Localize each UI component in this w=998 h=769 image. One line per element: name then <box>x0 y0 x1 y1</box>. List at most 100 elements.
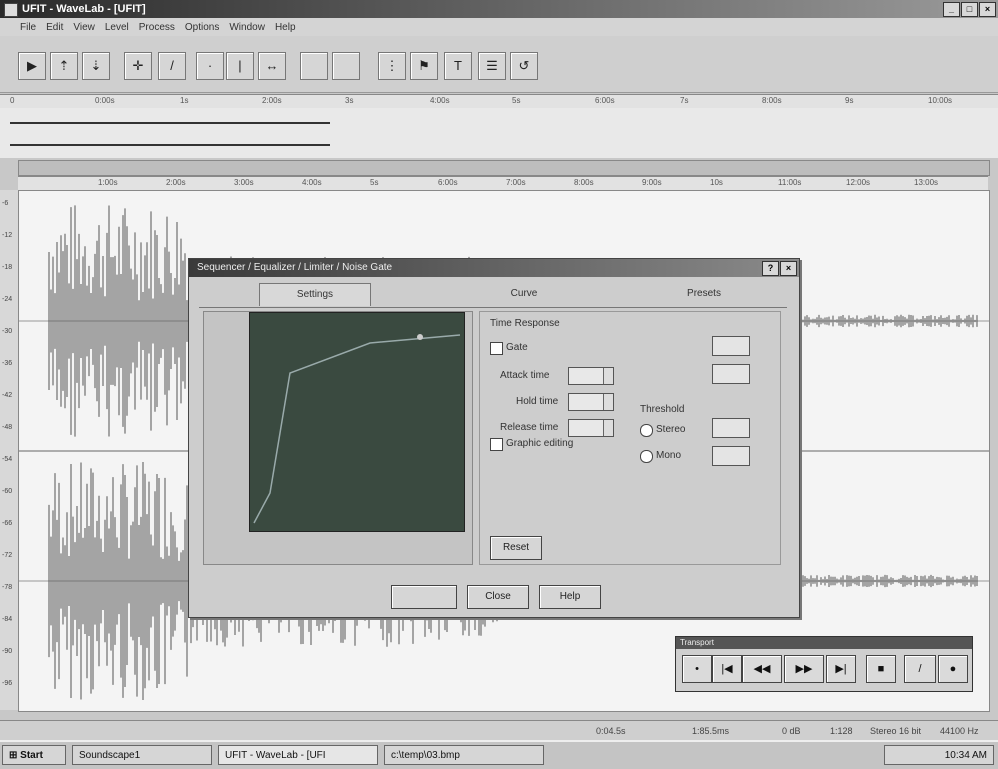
mixer-icon[interactable]: ☰ <box>478 52 506 80</box>
taskbar-item-soundscape[interactable]: Soundscape1 <box>72 745 212 765</box>
menu-view[interactable]: View <box>73 22 95 33</box>
menu-options[interactable]: Options <box>185 22 219 33</box>
title-bar: UFIT - WaveLab - [UFIT] _ □ × <box>0 0 998 18</box>
curve-panel <box>203 311 473 565</box>
menu-process[interactable]: Process <box>139 22 175 33</box>
status-zoom: 1:128 <box>830 726 853 736</box>
ruler-label: 12:00s <box>846 178 871 187</box>
transport-title: Transport <box>680 638 714 647</box>
response-curve <box>253 334 461 524</box>
ruler-label: 4:00s <box>302 178 322 187</box>
text-icon[interactable]: T <box>444 52 472 80</box>
blank-button-1[interactable] <box>300 52 328 80</box>
range-icon[interactable]: ↔ <box>258 52 286 80</box>
tab-presets[interactable]: Presets <box>649 283 759 305</box>
value-field-4[interactable] <box>712 446 750 466</box>
vbar-icon[interactable]: ⋮ <box>378 52 406 80</box>
level-ruler-label: -12 <box>2 232 13 239</box>
hold-time-label: Hold time <box>516 396 559 407</box>
status-position: 0:04.5s <box>596 726 626 736</box>
mono-radio[interactable] <box>640 450 653 463</box>
cursor-icon[interactable]: ✛ <box>124 52 152 80</box>
stop-icon[interactable]: ■ <box>866 655 896 683</box>
ruler-label: 0:00s <box>95 96 115 105</box>
curve-graph[interactable] <box>249 312 465 532</box>
overview-waveform[interactable] <box>0 108 998 158</box>
ruler-label: 3:00s <box>234 178 254 187</box>
overview-channel-left <box>10 122 330 124</box>
gate-label: Gate <box>506 342 528 353</box>
upload-icon[interactable]: ⇡ <box>50 52 78 80</box>
loop-icon[interactable]: ↺ <box>510 52 538 80</box>
close-dialog-button[interactable]: Close <box>467 585 529 609</box>
tab-curve[interactable]: Curve <box>469 283 579 305</box>
level-ruler-label: -48 <box>2 424 13 431</box>
windows-icon: ⊞ <box>9 750 18 761</box>
minimize-button[interactable]: _ <box>943 2 960 17</box>
rewind-icon[interactable]: ◀◀ <box>742 655 782 683</box>
ruler-label: 6:00s <box>438 178 458 187</box>
pencil-icon[interactable]: / <box>158 52 186 80</box>
help-button[interactable]: Help <box>539 585 601 609</box>
transport-title-bar: Transport <box>676 637 972 649</box>
status-length: 1:85.5ms <box>692 726 730 736</box>
value-field-3[interactable] <box>712 418 750 438</box>
value-field-2[interactable] <box>712 364 750 384</box>
mono-label: Mono <box>656 450 682 461</box>
level-ruler-label: -42 <box>2 392 13 399</box>
value-field-1[interactable] <box>712 336 750 356</box>
threshold-label: Threshold <box>640 404 685 415</box>
maximize-button[interactable]: □ <box>961 2 978 17</box>
ruler-label: 13:00s <box>914 178 939 187</box>
play-icon[interactable]: / <box>904 655 936 683</box>
menu-help[interactable]: Help <box>275 22 296 33</box>
ruler-label: 7:00s <box>506 178 526 187</box>
hold-time-spinner[interactable] <box>568 393 614 411</box>
flag-icon[interactable]: ⚑ <box>410 52 438 80</box>
tab-settings[interactable]: Settings <box>259 283 371 306</box>
start-label: Start <box>20 750 43 761</box>
gate-checkbox[interactable] <box>490 342 503 355</box>
attack-time-spinner[interactable] <box>568 367 614 385</box>
fast-forward-icon[interactable]: ▶▶ <box>784 655 824 683</box>
menu-level[interactable]: Level <box>105 22 129 33</box>
close-button[interactable]: × <box>979 2 996 17</box>
graphic-editing-checkbox[interactable] <box>490 438 503 451</box>
release-time-spinner[interactable] <box>568 419 614 437</box>
status-format: Stereo 16 bit <box>870 726 922 736</box>
record-icon[interactable]: ● <box>938 655 968 683</box>
menu-edit[interactable]: Edit <box>46 22 63 33</box>
ruler-label: 10:00s <box>928 96 953 105</box>
release-time-label: Release time <box>500 422 559 433</box>
level-ruler-label: -6 <box>2 200 9 207</box>
overview-scrollbar[interactable] <box>18 160 990 176</box>
dot-icon[interactable]: · <box>196 52 224 80</box>
curve-handle[interactable] <box>417 334 423 340</box>
ruler-label: 1:00s <box>98 178 118 187</box>
ok-button[interactable] <box>391 585 457 609</box>
stereo-radio[interactable] <box>640 424 653 437</box>
taskbar-item-bitmap[interactable]: c:\temp\03.bmp <box>384 745 544 765</box>
go-to-start-icon[interactable]: |◀ <box>712 655 742 683</box>
ruler-label: 8:00s <box>574 178 594 187</box>
dialog-help-icon[interactable]: ? <box>762 261 779 276</box>
menu-window[interactable]: Window <box>229 22 265 33</box>
menu-file[interactable]: File <box>20 22 36 33</box>
level-ruler-label: -90 <box>2 648 13 655</box>
blank-button-2[interactable] <box>332 52 360 80</box>
play-to-icon[interactable]: ▶ <box>18 52 46 80</box>
noise-gate-dialog: Sequencer / Equalizer / Limiter / Noise … <box>188 258 800 618</box>
start-button[interactable]: ⊞ Start <box>2 745 66 765</box>
reset-button[interactable]: Reset <box>490 536 542 560</box>
level-ruler-label: -30 <box>2 328 13 335</box>
dialog-close-icon[interactable]: × <box>780 261 797 276</box>
taskbar-item-wavelab[interactable]: UFIT - WaveLab - [UFI <box>218 745 378 765</box>
clock: 10:34 AM <box>884 745 994 765</box>
marker-icon[interactable]: | <box>226 52 254 80</box>
ruler-label: 0 <box>10 96 15 105</box>
position-icon[interactable]: • <box>682 655 712 683</box>
settings-panel: Time Response Gate Attack time Hold time… <box>479 311 781 565</box>
ruler-label: 7s <box>680 96 689 105</box>
download-icon[interactable]: ⇣ <box>82 52 110 80</box>
go-to-end-icon[interactable]: ▶| <box>826 655 856 683</box>
